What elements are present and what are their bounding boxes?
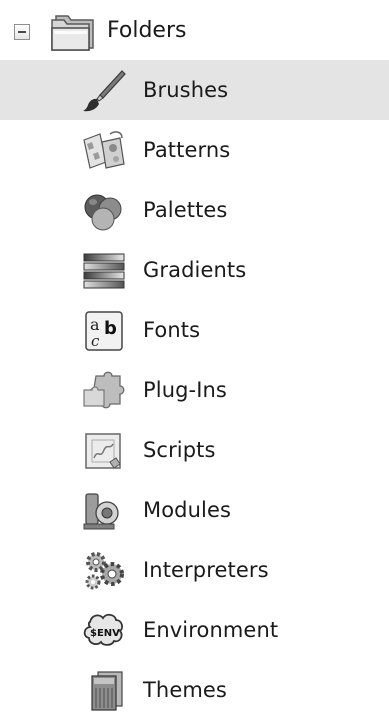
tree-item-brushes[interactable]: Brushes: [0, 60, 389, 120]
collapse-toggle-icon[interactable]: [14, 24, 30, 40]
tree-item-label: Patterns: [143, 138, 231, 162]
tree-item-label: Scripts: [143, 438, 216, 462]
tree-item-label: Themes: [143, 678, 227, 702]
tree-item-label: Brushes: [143, 78, 229, 102]
puzzle-icon: [80, 368, 128, 414]
tree-item-plug-ins[interactable]: Plug-Ins: [0, 360, 389, 420]
palettes-icon: [80, 188, 128, 234]
scripts-icon: [80, 428, 128, 474]
folders-icon: [48, 6, 100, 54]
patterns-icon: [80, 128, 128, 174]
tree-item-label: Gradients: [143, 258, 247, 282]
folders-tree: Folders Brushes Patterns Palettes Gradie…: [0, 0, 389, 715]
tree-item-label: Interpreters: [143, 558, 269, 582]
tree-root-label: Folders: [107, 18, 187, 43]
tree-item-label: Environment: [143, 618, 279, 642]
fonts-icon: a b c: [80, 308, 128, 354]
tree-item-patterns[interactable]: Patterns: [0, 120, 389, 180]
svg-text:c: c: [91, 332, 100, 350]
gears-icon: [80, 548, 128, 594]
svg-text:b: b: [104, 318, 117, 339]
tree-item-label: Modules: [143, 498, 232, 522]
tree-item-scripts[interactable]: Scripts: [0, 420, 389, 480]
tree-item-interpreters[interactable]: Interpreters: [0, 540, 389, 600]
env-icon: $ENV: [80, 608, 128, 654]
tree-item-environment[interactable]: $ENV Environment: [0, 600, 389, 660]
tree-item-themes[interactable]: Themes: [0, 660, 389, 715]
tree-item-label: Palettes: [143, 198, 228, 222]
modules-icon: [80, 488, 128, 534]
tree-item-label: Fonts: [143, 318, 201, 342]
tree-item-fonts[interactable]: a b c Fonts: [0, 300, 389, 360]
themes-icon: [80, 668, 128, 714]
svg-text:$ENV: $ENV: [90, 628, 120, 639]
brush-icon: [80, 68, 128, 114]
tree-item-modules[interactable]: Modules: [0, 480, 389, 540]
tree-item-gradients[interactable]: Gradients: [0, 240, 389, 300]
tree-item-label: Plug-Ins: [143, 378, 227, 402]
tree-item-palettes[interactable]: Palettes: [0, 180, 389, 240]
gradients-icon: [80, 248, 128, 294]
tree-root-folders[interactable]: Folders: [0, 2, 389, 58]
